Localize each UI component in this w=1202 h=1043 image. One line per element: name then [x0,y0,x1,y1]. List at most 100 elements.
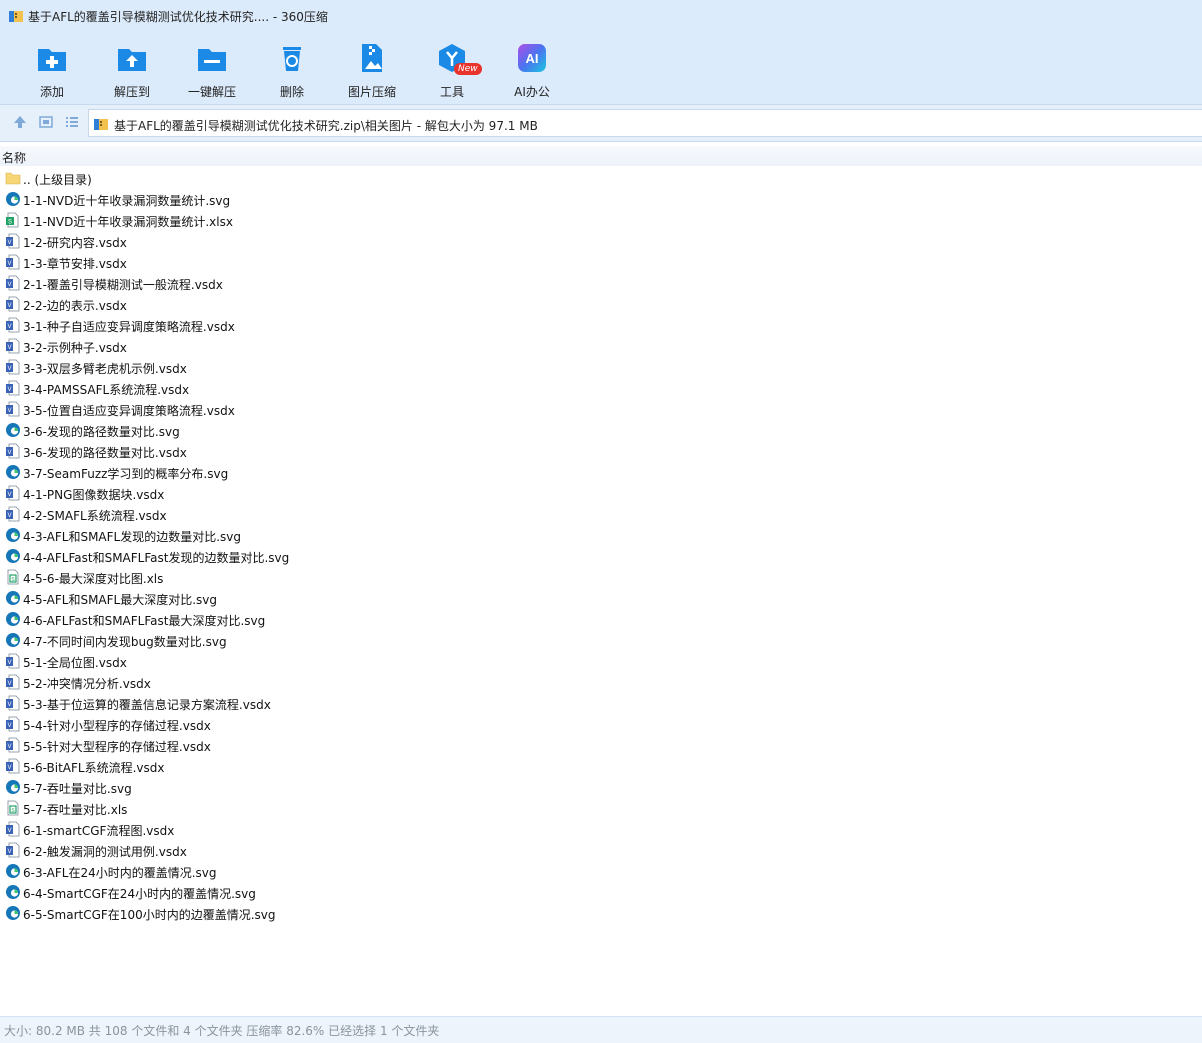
file-row[interactable]: 1-1-NVD近十年收录漏洞数量统计.svg [0,189,1202,210]
file-row[interactable]: V 1-2-研究内容.vsdx [0,231,1202,252]
file-name: 4-2-SMAFL系统流程.vsdx [23,509,167,523]
edge-browser-icon [5,422,21,438]
file-row[interactable]: 3-6-发现的路径数量对比.svg [0,420,1202,441]
file-name: 3-6-发现的路径数量对比.svg [23,425,180,439]
file-row[interactable]: S 4-5-6-最大深度对比图.xls [0,567,1202,588]
edge-browser-icon [5,779,21,795]
svg-text:V: V [7,849,11,855]
spreadsheet-icon: S [5,569,21,585]
visio-document-icon: V [5,359,21,375]
archive-icon [94,119,108,130]
file-name: 4-4-AFLFast和SMAFLFast发现的边数量对比.svg [23,551,290,565]
visio-document-icon: V [5,716,21,732]
window-title: 基于AFL的覆盖引导模糊测试优化技术研究.... - 360压缩 [28,10,328,24]
file-row[interactable]: V 5-4-针对小型程序的存储过程.vsdx [0,714,1202,735]
file-row[interactable]: V 5-6-BitAFL系统流程.vsdx [0,756,1202,777]
file-row[interactable]: V 6-2-触发漏洞的测试用例.vsdx [0,840,1202,861]
toolbar: 添加 解压到 一键解压 删除 图片压缩 工具 AI AI办公 New [0,32,1202,104]
visio-document-icon: V [5,695,21,711]
file-row[interactable]: 4-3-AFL和SMAFL发现的边数量对比.svg [0,525,1202,546]
file-row[interactable]: V 4-1-PNG图像数据块.vsdx [0,483,1202,504]
status-bar: 大小: 80.2 MB 共 108 个文件和 4 个文件夹 压缩率 82.6% … [0,1016,1202,1043]
new-badge: New [454,63,482,75]
svg-text:V: V [7,660,11,666]
file-row[interactable]: V 1-3-章节安排.vsdx [0,252,1202,273]
file-row[interactable]: V 5-1-全局位图.vsdx [0,651,1202,672]
file-name: 1-1-NVD近十年收录漏洞数量统计.svg [23,194,231,208]
svg-text:V: V [7,513,11,519]
file-row[interactable]: V 6-1-smartCGF流程图.vsdx [0,819,1202,840]
file-row[interactable]: V 5-3-基于位运算的覆盖信息记录方案流程.vsdx [0,693,1202,714]
file-row[interactable]: V 2-2-边的表示.vsdx [0,294,1202,315]
svg-text:V: V [7,408,11,414]
file-name: 1-3-章节安排.vsdx [23,257,127,271]
file-row[interactable]: V 3-5-位置自适应变异调度策略流程.vsdx [0,399,1202,420]
ai-office-button[interactable]: AI AI办公 [500,36,564,100]
file-name: 1-1-NVD近十年收录漏洞数量统计.xlsx [23,215,233,229]
svg-text:V: V [7,282,11,288]
svg-text:V: V [7,345,11,351]
file-row[interactable]: V 4-2-SMAFL系统流程.vsdx [0,504,1202,525]
edge-browser-icon [5,527,21,543]
file-row[interactable]: V 3-2-示例种子.vsdx [0,336,1202,357]
svg-text:V: V [7,324,11,330]
add-button[interactable]: 添加 [20,36,84,100]
svg-text:S: S [8,220,12,226]
file-name: 6-5-SmartCGF在100小时内的边覆盖情况.svg [23,908,276,922]
edge-browser-icon [5,863,21,879]
file-name: 3-3-双层多臂老虎机示例.vsdx [23,362,187,376]
svg-text:V: V [7,681,11,687]
ai-office-button-label: AI办公 [514,85,550,99]
one-click-extract-button[interactable]: 一键解压 [180,36,244,100]
extract-to-button-label: 解压到 [113,85,150,99]
svg-text:V: V [7,303,11,309]
spreadsheet-icon: S [5,212,21,228]
file-row[interactable]: 6-4-SmartCGF在24小时内的覆盖情况.svg [0,882,1202,903]
edge-browser-icon [5,611,21,627]
visio-document-icon: V [5,821,21,837]
svg-text:V: V [7,492,11,498]
file-row[interactable]: S 5-7-吞吐量对比.xls [0,798,1202,819]
tools-button-label: 工具 [439,85,464,99]
list-view-icon[interactable] [64,114,80,130]
visio-document-icon: V [5,233,21,249]
file-name: 5-4-针对小型程序的存储过程.vsdx [23,719,211,733]
visio-document-icon: V [5,317,21,333]
spreadsheet-icon: S [5,800,21,816]
file-row[interactable]: 6-3-AFL在24小时内的覆盖情况.svg [0,861,1202,882]
file-name: 4-1-PNG图像数据块.vsdx [23,488,165,502]
visio-document-icon: V [5,485,21,501]
file-row[interactable]: 6-5-SmartCGF在100小时内的边覆盖情况.svg [0,903,1202,924]
svg-text:V: V [7,702,11,708]
file-row[interactable]: 3-7-SeamFuzz学习到的概率分布.svg [0,462,1202,483]
file-row[interactable]: 5-7-吞吐量对比.svg [0,777,1202,798]
file-row[interactable]: 4-4-AFLFast和SMAFLFast发现的边数量对比.svg [0,546,1202,567]
file-row[interactable]: V 5-2-冲突情况分析.vsdx [0,672,1202,693]
file-row[interactable]: S 1-1-NVD近十年收录漏洞数量统计.xlsx [0,210,1202,231]
column-header-name[interactable]: 名称 [0,146,1202,166]
file-row[interactable]: V 3-4-PAMSSAFL系统流程.vsdx [0,378,1202,399]
file-row[interactable]: 4-5-AFL和SMAFL最大深度对比.svg [0,588,1202,609]
file-name: 3-7-SeamFuzz学习到的概率分布.svg [23,467,229,481]
up-arrow-icon[interactable] [12,114,28,130]
file-row[interactable]: V 3-3-双层多臂老虎机示例.vsdx [0,357,1202,378]
file-row[interactable]: V 3-1-种子自适应变异调度策略流程.vsdx [0,315,1202,336]
visio-document-icon: V [5,338,21,354]
thumbnail-view-icon[interactable] [38,114,54,130]
file-name: 5-3-基于位运算的覆盖信息记录方案流程.vsdx [23,698,271,712]
visio-document-icon: V [5,842,21,858]
delete-button[interactable]: 删除 [260,36,324,100]
file-row[interactable]: V 3-6-发现的路径数量对比.vsdx [0,441,1202,462]
file-row[interactable]: .. (上级目录) [0,168,1202,189]
svg-text:V: V [7,366,11,372]
address-field[interactable]: 基于AFL的覆盖引导模糊测试优化技术研究.zip\相关图片 - 解包大小为 97… [88,109,1202,137]
visio-document-icon: V [5,737,21,753]
file-row[interactable]: V 5-5-针对大型程序的存储过程.vsdx [0,735,1202,756]
file-row[interactable]: 4-7-不同时间内发现bug数量对比.svg [0,630,1202,651]
edge-browser-icon [5,632,21,648]
file-row[interactable]: 4-6-AFLFast和SMAFLFast最大深度对比.svg [0,609,1202,630]
image-compress-button[interactable]: 图片压缩 [340,36,404,100]
ai-office-icon: AI [516,42,548,74]
file-row[interactable]: V 2-1-覆盖引导模糊测试一般流程.vsdx [0,273,1202,294]
extract-to-button[interactable]: 解压到 [100,36,164,100]
